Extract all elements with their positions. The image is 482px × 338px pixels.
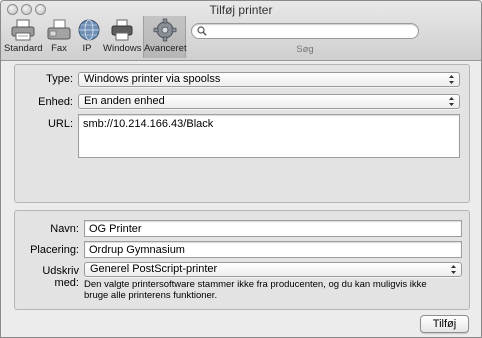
printer-icon bbox=[11, 19, 35, 41]
toolbar-fax-label: Fax bbox=[51, 43, 67, 54]
toolbar-windows-label: Windows bbox=[103, 43, 142, 54]
device-value: En anden enhed bbox=[84, 95, 165, 107]
device-popup[interactable]: En anden enhed bbox=[78, 94, 460, 109]
popup-arrows-icon bbox=[451, 265, 456, 274]
driver-note: Den valgte printersoftware stammer ikke … bbox=[84, 279, 427, 301]
title-bar: Tilføj printer Standard Fax IP Windows A… bbox=[1, 1, 481, 61]
toolbar-fax[interactable]: Fax bbox=[45, 16, 73, 58]
toolbar-advanced[interactable]: Avanceret bbox=[143, 16, 187, 58]
windows-printer-icon bbox=[111, 19, 133, 41]
toolbar-ip-label: IP bbox=[82, 43, 92, 54]
toolbar-standard-label: Standard bbox=[4, 43, 43, 54]
type-popup[interactable]: Windows printer via spoolss bbox=[78, 72, 460, 87]
print-with-value: Generel PostScript-printer bbox=[90, 263, 218, 275]
url-field[interactable]: smb://10.214.166.43/Black bbox=[78, 114, 460, 158]
search-label: Søg bbox=[296, 44, 314, 55]
gear-icon bbox=[153, 18, 176, 42]
type-label: Type: bbox=[46, 73, 73, 85]
popup-arrows-icon bbox=[449, 75, 454, 84]
print-with-popup[interactable]: Generel PostScript-printer bbox=[84, 262, 462, 277]
toolbar-standard[interactable]: Standard bbox=[4, 16, 43, 58]
window-title: Tilføj printer bbox=[209, 3, 273, 17]
location-field[interactable]: Ordrup Gymnasium bbox=[84, 241, 462, 258]
search-icon bbox=[197, 26, 207, 36]
name-field[interactable]: OG Printer bbox=[84, 220, 462, 237]
toolbar-advanced-label: Avanceret bbox=[144, 43, 187, 54]
type-value: Windows printer via spoolss bbox=[84, 73, 221, 85]
device-label: Enhed: bbox=[38, 96, 73, 108]
globe-icon bbox=[78, 19, 100, 41]
add-button[interactable]: Tilføj bbox=[420, 315, 469, 333]
toolbar-ip[interactable]: IP bbox=[75, 16, 100, 58]
toolbar-windows[interactable]: Windows bbox=[103, 16, 142, 58]
name-label: Navn: bbox=[50, 223, 79, 235]
print-with-label: Udskriv med: bbox=[42, 265, 79, 289]
location-label: Placering: bbox=[30, 244, 79, 256]
popup-arrows-icon bbox=[449, 97, 454, 106]
add-printer-window: Tilføj printer Standard Fax IP Windows A… bbox=[0, 0, 482, 338]
url-label: URL: bbox=[47, 118, 73, 130]
search-field[interactable] bbox=[191, 23, 419, 39]
fax-icon bbox=[47, 19, 71, 40]
